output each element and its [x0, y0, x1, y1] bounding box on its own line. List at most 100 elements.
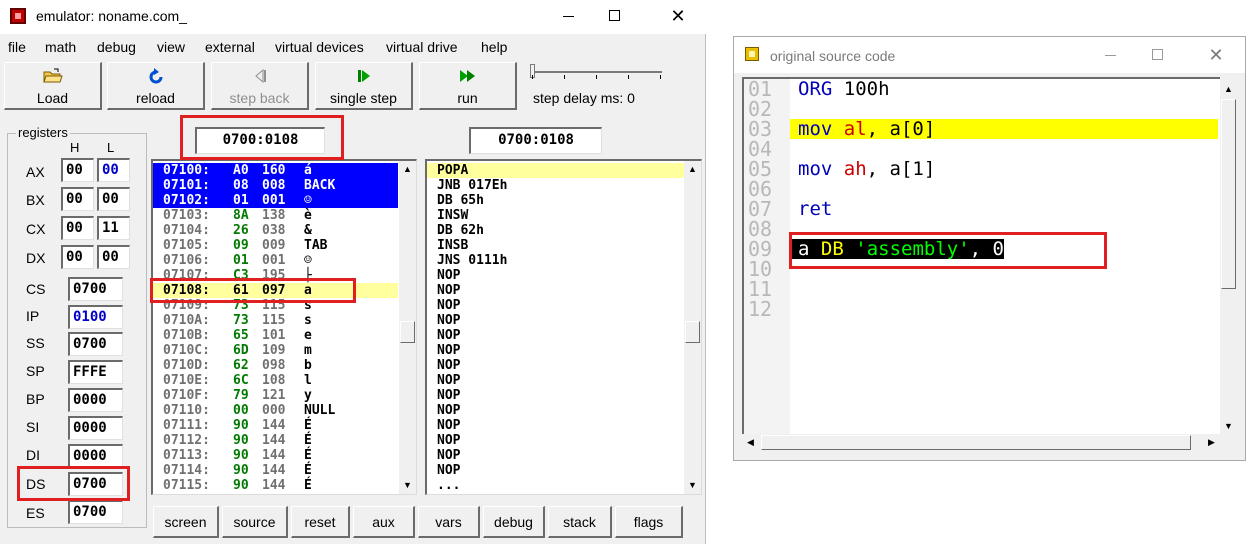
register-di-field[interactable]: 0000 — [68, 444, 123, 468]
source-horizontal-scrollbar[interactable]: ◀ ▶ — [742, 434, 1220, 451]
disassembly-row[interactable]: NOP — [427, 448, 684, 463]
scroll-left-icon[interactable]: ◀ — [742, 434, 759, 451]
disassembly-row[interactable]: NOP — [427, 433, 684, 448]
disassembly-row[interactable]: DB 65h — [427, 193, 684, 208]
memory-row[interactable]: 0710B: 65 101 e — [153, 328, 398, 343]
disassembly-address-input[interactable]: 0700:0108 — [469, 127, 602, 154]
register-ip-field[interactable]: 0100 — [68, 305, 123, 329]
memory-row[interactable]: 07111: 90 144 É — [153, 418, 398, 433]
disassembly-row[interactable]: ... — [427, 478, 684, 493]
disassembly-row[interactable]: INSB — [427, 238, 684, 253]
memory-row[interactable]: 0710F: 79 121 y — [153, 388, 398, 403]
scroll-thumb[interactable] — [761, 435, 1191, 450]
scroll-down-icon[interactable]: ▼ — [1220, 418, 1237, 435]
debug-button[interactable]: debug — [483, 506, 545, 538]
memory-row[interactable]: 07109: 73 115 s — [153, 298, 398, 313]
disassembly-row[interactable]: NOP — [427, 418, 684, 433]
stack-button[interactable]: stack — [548, 506, 612, 538]
memory-row[interactable]: 0710C: 6D 109 m — [153, 343, 398, 358]
disassembly-row[interactable]: DB 62h — [427, 223, 684, 238]
memory-row[interactable]: 07105: 09 009 TAB — [153, 238, 398, 253]
scroll-down-icon[interactable]: ▼ — [399, 477, 416, 494]
flags-button[interactable]: flags — [615, 506, 683, 538]
scroll-thumb[interactable] — [400, 321, 415, 343]
memory-row[interactable]: 07101: 08 008 BACK — [153, 178, 398, 193]
register-cs-field[interactable]: 0700 — [68, 277, 123, 301]
memory-row[interactable]: 07104: 26 038 & — [153, 223, 398, 238]
menu-external[interactable]: external — [205, 39, 255, 55]
disassembly-row[interactable]: NOP — [427, 328, 684, 343]
memory-row[interactable]: 0710A: 73 115 s — [153, 313, 398, 328]
register-es-field[interactable]: 0700 — [68, 500, 123, 524]
menu-file[interactable]: file — [8, 39, 26, 55]
memory-row[interactable]: 07102: 01 001 ☺ — [153, 193, 398, 208]
source-button[interactable]: source — [222, 506, 288, 538]
reset-button[interactable]: reset — [291, 506, 350, 538]
aux-button[interactable]: aux — [353, 506, 415, 538]
scroll-up-icon[interactable]: ▲ — [399, 161, 416, 178]
step-back-button[interactable]: step back — [211, 62, 309, 110]
close-button[interactable]: ✕ — [655, 0, 701, 32]
menu-math[interactable]: math — [45, 39, 76, 55]
scroll-right-icon[interactable]: ▶ — [1203, 434, 1220, 451]
scroll-thumb[interactable] — [685, 321, 700, 343]
disassembly-row[interactable]: NOP — [427, 268, 684, 283]
disassembly-row[interactable]: NOP — [427, 283, 684, 298]
menu-virtual-devices[interactable]: virtual devices — [275, 39, 364, 55]
disassembly-row[interactable]: NOP — [427, 298, 684, 313]
single-step-button[interactable]: single step — [315, 62, 413, 110]
register-dl-field[interactable]: 00 — [97, 245, 130, 269]
reload-button[interactable]: reload — [107, 62, 205, 110]
load-button[interactable]: Load — [4, 62, 102, 110]
disassembly-row[interactable]: NOP — [427, 463, 684, 478]
source-maximize-button[interactable] — [1135, 39, 1181, 71]
memory-row[interactable]: 0710D: 62 098 b — [153, 358, 398, 373]
menu-debug[interactable]: debug — [97, 39, 136, 55]
disassembly-row[interactable]: NOP — [427, 343, 684, 358]
minimize-button[interactable] — [546, 0, 592, 32]
register-ss-field[interactable]: 0700 — [68, 332, 123, 356]
disassembly-row[interactable]: NOP — [427, 373, 684, 388]
memory-row[interactable]: 07112: 90 144 É — [153, 433, 398, 448]
disassembly-row[interactable]: JNB 017Eh — [427, 178, 684, 193]
register-bl-field[interactable]: 00 — [97, 187, 130, 211]
memory-row[interactable]: 07113: 90 144 É — [153, 448, 398, 463]
register-ch-field[interactable]: 00 — [61, 216, 94, 240]
source-close-button[interactable]: ✕ — [1193, 39, 1239, 71]
run-button[interactable]: run — [419, 62, 517, 110]
memory-scrollbar[interactable]: ▲ ▼ — [399, 161, 416, 494]
register-bh-field[interactable]: 00 — [61, 187, 94, 211]
maximize-button[interactable] — [592, 0, 638, 32]
memory-row[interactable]: 07100: A0 160 á — [153, 163, 398, 178]
disassembly-row[interactable]: INSW — [427, 208, 684, 223]
disassembly-row[interactable]: NOP — [427, 403, 684, 418]
memory-row[interactable]: 07106: 01 001 ☺ — [153, 253, 398, 268]
source-minimize-button[interactable] — [1088, 39, 1134, 71]
disassembly-list[interactable]: POPA JNB 017Eh DB 65h INSW DB 62h INSB JNS 011… — [425, 159, 702, 495]
memory-row[interactable]: 07107: C3 195 ├ — [153, 268, 398, 283]
memory-row[interactable]: 0710E: 6C 108 l — [153, 373, 398, 388]
register-ds-field[interactable]: 0700 — [68, 472, 123, 496]
memory-row[interactable]: 07115: 90 144 É — [153, 478, 398, 493]
register-al-field[interactable]: 00 — [97, 158, 130, 182]
scroll-thumb[interactable] — [1221, 99, 1236, 289]
disassembly-row[interactable]: NOP — [427, 358, 684, 373]
memory-row[interactable]: 07110: 00 000 NULL — [153, 403, 398, 418]
screen-button[interactable]: screen — [153, 506, 219, 538]
register-ah-field[interactable]: 00 — [61, 158, 94, 182]
memory-address-input[interactable]: 0700:0108 — [195, 127, 325, 154]
memory-row[interactable]: 07103: 8A 138 è — [153, 208, 398, 223]
memory-list[interactable]: 07100: A0 160 á 07101: 08 008 BACK 07102: 01 001 ☺ 0… — [151, 159, 417, 495]
vars-button[interactable]: vars — [418, 506, 480, 538]
register-dh-field[interactable]: 00 — [61, 245, 94, 269]
register-si-field[interactable]: 0000 — [68, 416, 123, 440]
scroll-up-icon[interactable]: ▲ — [684, 161, 701, 178]
register-sp-field[interactable]: FFFE — [68, 360, 123, 384]
source-editor[interactable]: 01 02 03 04 05 06 07 08 09 10 11 12 ORG … — [742, 77, 1220, 451]
disassembly-row[interactable]: JNS 0111h — [427, 253, 684, 268]
memory-row[interactable]: 07114: 90 144 É — [153, 463, 398, 478]
source-vertical-scrollbar[interactable]: ▲ ▼ — [1220, 77, 1237, 435]
disassembly-row[interactable]: POPA — [427, 163, 684, 178]
register-bp-field[interactable]: 0000 — [68, 388, 123, 412]
menu-virtual-drive[interactable]: virtual drive — [386, 39, 458, 55]
